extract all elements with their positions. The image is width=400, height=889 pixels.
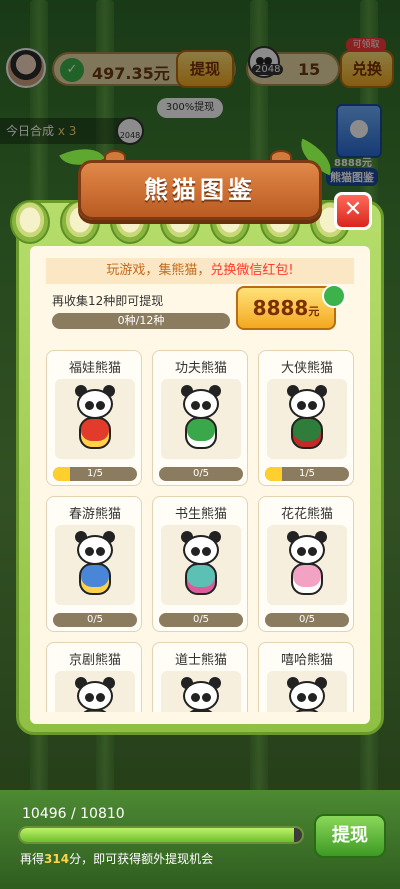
panda-image bbox=[55, 525, 135, 605]
panda-image bbox=[55, 379, 135, 459]
panda-card-title: 福娃熊猫 bbox=[68, 361, 121, 376]
prize-button[interactable]: 8888元 bbox=[236, 286, 336, 330]
panda-icon bbox=[179, 385, 223, 453]
collect-text: 再收集12种即可提现 bbox=[52, 294, 164, 308]
panda-icon bbox=[179, 677, 223, 712]
panda-card-progress: 1/5 bbox=[53, 467, 137, 481]
panda-image bbox=[161, 671, 241, 712]
panda-card[interactable]: 福娃熊猫 1/5 bbox=[46, 350, 142, 486]
panda-card-progress-text: 1/5 bbox=[86, 468, 104, 479]
panda-image bbox=[267, 671, 347, 712]
slogan: 玩游戏，集熊猫，兑换微信红包! bbox=[46, 258, 354, 284]
panda-card-progress: 0/5 bbox=[159, 613, 243, 627]
panda-image bbox=[161, 379, 241, 459]
panda-icon bbox=[73, 531, 117, 599]
panda-image bbox=[267, 525, 347, 605]
panda-image bbox=[267, 379, 347, 459]
panda-icon bbox=[285, 385, 329, 453]
panda-card[interactable]: 功夫熊猫 0/5 bbox=[152, 350, 248, 486]
panda-card-progress: 1/5 bbox=[265, 467, 349, 481]
panda-card-progress-text: 1/5 bbox=[298, 468, 316, 479]
hint-prefix: 再得 bbox=[20, 852, 45, 866]
panda-card[interactable]: 花花熊猫 0/5 bbox=[258, 496, 354, 632]
panda-card-progress-text: 0/5 bbox=[192, 614, 210, 625]
panda-card-title: 道士熊猫 bbox=[174, 653, 227, 668]
slogan-prefix: 玩游戏，集熊猫， bbox=[106, 263, 211, 278]
hint-value: 314 bbox=[44, 852, 70, 866]
panda-image bbox=[55, 671, 135, 712]
close-icon: ✕ bbox=[343, 197, 363, 222]
prize-value: 8888 bbox=[252, 296, 309, 320]
panda-card-title: 大侠熊猫 bbox=[280, 361, 333, 376]
slogan-highlight: 兑换微信红包! bbox=[210, 263, 294, 278]
panda-card[interactable]: 大侠熊猫 1/5 bbox=[258, 350, 354, 486]
panda-card[interactable]: 京剧熊猫0/5 bbox=[46, 642, 142, 712]
panda-card-progress: 0/5 bbox=[265, 613, 349, 627]
panda-card-progress-text: 0/5 bbox=[192, 468, 210, 479]
panda-icon bbox=[73, 385, 117, 453]
panda-card-progress-text: 0/5 bbox=[298, 614, 316, 625]
score-progress-bar bbox=[18, 826, 304, 844]
panda-card-title: 嘻哈熊猫 bbox=[280, 653, 333, 668]
panda-card-progress-text: 0/5 bbox=[86, 614, 104, 625]
score-progress-text: 10496 / 10810 bbox=[22, 806, 125, 822]
panda-card-progress: 0/5 bbox=[159, 467, 243, 481]
score-progress-fill bbox=[20, 828, 294, 842]
panda-card[interactable]: 嘻哈熊猫0/5 bbox=[258, 642, 354, 712]
panda-card[interactable]: 春游熊猫 0/5 bbox=[46, 496, 142, 632]
modal-title-board: 熊猫图鉴 bbox=[78, 160, 322, 220]
panda-icon bbox=[285, 677, 329, 712]
panda-icon bbox=[285, 531, 329, 599]
prize-unit: 元 bbox=[308, 305, 320, 318]
bamboo-segment bbox=[10, 200, 50, 244]
bottom-withdraw-button[interactable]: 提现 bbox=[314, 814, 386, 858]
modal-title: 熊猫图鉴 bbox=[144, 176, 256, 204]
panda-card[interactable]: 书生熊猫 0/5 bbox=[152, 496, 248, 632]
collect-progress: 0种/12种 bbox=[52, 313, 230, 329]
hint-suffix: 分，即可获得额外提现机会 bbox=[69, 852, 214, 866]
close-button[interactable]: ✕ bbox=[334, 192, 372, 230]
panda-card[interactable]: 道士熊猫0/5 bbox=[152, 642, 248, 712]
panda-grid: 福娃熊猫 1/5 功夫熊猫 0/5 大侠熊猫 1/5 春游熊猫 0/5 书生熊猫 0/5 花花熊猫 0… bbox=[46, 350, 354, 712]
panda-card-title: 京剧熊猫 bbox=[68, 653, 121, 668]
panda-icon bbox=[73, 677, 117, 712]
panda-card-title: 春游熊猫 bbox=[68, 507, 121, 522]
panda-icon bbox=[179, 531, 223, 599]
panda-card-progress: 0/5 bbox=[53, 613, 137, 627]
panda-card-title: 功夫熊猫 bbox=[174, 361, 227, 376]
wechat-icon bbox=[322, 284, 346, 308]
panda-card-title: 花花熊猫 bbox=[280, 507, 333, 522]
hint-text: 再得314分，即可获得额外提现机会 bbox=[20, 850, 213, 867]
panda-card-title: 书生熊猫 bbox=[174, 507, 227, 522]
panda-image bbox=[161, 525, 241, 605]
